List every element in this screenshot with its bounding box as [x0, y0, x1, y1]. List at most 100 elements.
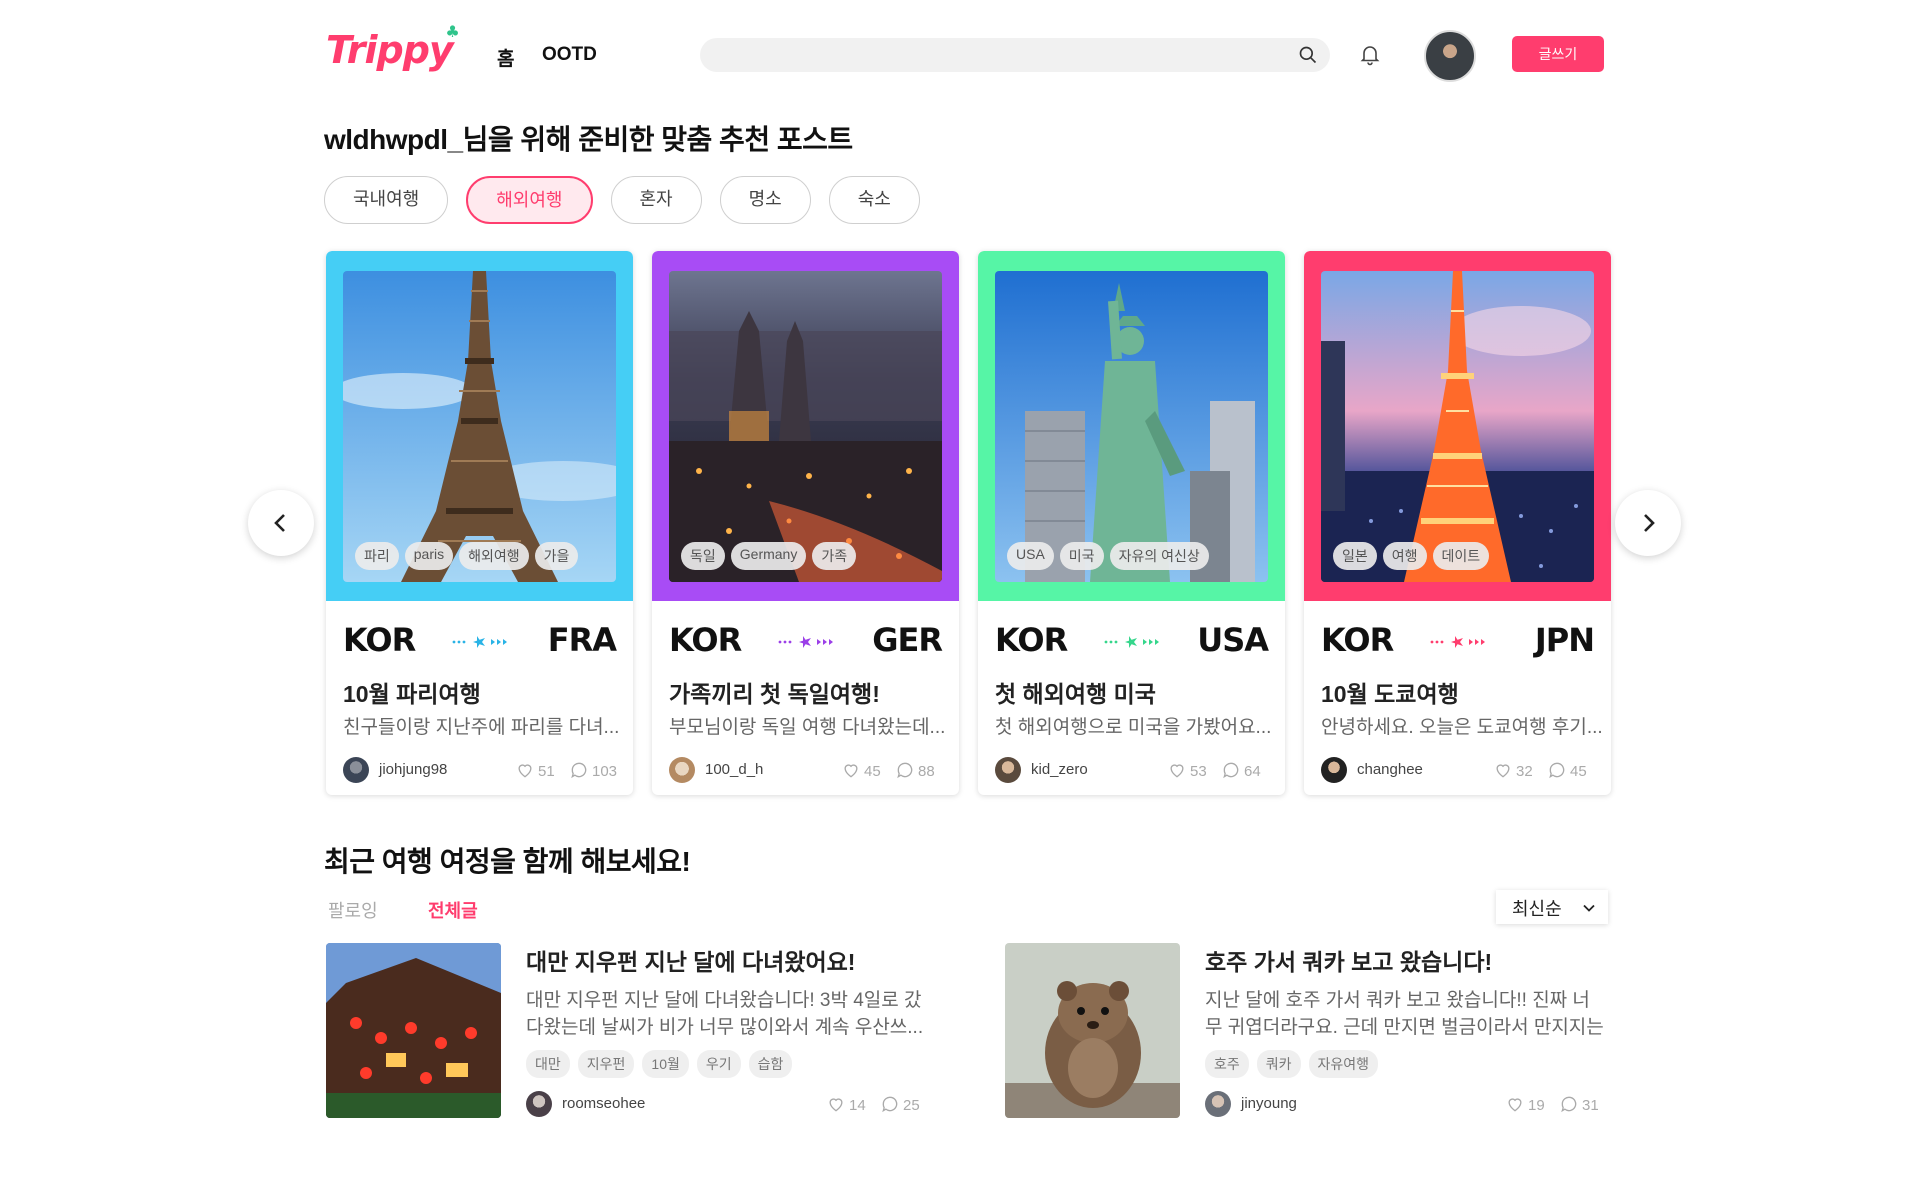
plane-icon — [1104, 636, 1159, 648]
tag[interactable]: USA — [1007, 542, 1054, 570]
heart-icon — [1170, 764, 1184, 778]
user-avatar[interactable] — [1321, 757, 1347, 783]
palm-icon: ♣ — [445, 22, 459, 41]
tag[interactable]: 미국 — [1059, 542, 1104, 570]
tag[interactable]: 파리 — [355, 542, 399, 570]
post-card[interactable]: 파리 paris 해외여행 가을 KOR FRA 10월 파리여행 친구들이랑 … — [326, 251, 633, 795]
plane-icon — [1430, 636, 1485, 648]
carousel-next-button[interactable] — [1615, 490, 1681, 556]
like-count[interactable]: 45 — [841, 760, 881, 780]
tag[interactable]: 우기 — [696, 1050, 741, 1078]
chip-lodging[interactable]: 숙소 — [828, 176, 920, 224]
tag[interactable]: 가족 — [812, 542, 857, 570]
sort-dropdown[interactable]: 최신순 — [1496, 890, 1608, 924]
list-item[interactable]: 대만 지우펀 지난 달에 다녀왔어요! 대만 지우펀 지난 달에 다녀왔습니다!… — [326, 943, 966, 1118]
user-avatar[interactable] — [995, 757, 1021, 783]
tag[interactable]: 습함 — [748, 1050, 793, 1078]
comment-icon — [897, 762, 913, 779]
card-image-eiffel: 파리 paris 해외여행 가을 — [343, 271, 616, 582]
post-card[interactable]: 독일 Germany 가족 KOR GER 가족끼리 첫 독일여행! 부모님이랑… — [652, 251, 959, 795]
search-icon[interactable] — [1298, 45, 1318, 65]
chip-domestic[interactable]: 국내여행 — [324, 176, 449, 224]
tag[interactable]: 지우펀 — [577, 1050, 635, 1078]
card-color-frame: 일본 여행 데이트 — [1304, 251, 1611, 601]
tag[interactable]: 자유여행 — [1308, 1050, 1379, 1078]
card-image-cologne: 독일 Germany 가족 — [669, 271, 942, 582]
user-avatar[interactable] — [526, 1091, 552, 1117]
tag[interactable]: 자유의 여신상 — [1109, 542, 1209, 570]
like-count[interactable]: 14 — [826, 1094, 866, 1114]
card-title[interactable]: 10월 도쿄여행 — [1321, 675, 1459, 709]
chevron-down-icon — [1583, 904, 1595, 912]
tag[interactable]: 호주 — [1205, 1050, 1249, 1078]
comment-count[interactable]: 103 — [569, 760, 617, 780]
like-count[interactable]: 53 — [1167, 760, 1207, 780]
tab-following[interactable]: 팔로잉 — [328, 897, 378, 923]
tag[interactable]: 대만 — [526, 1050, 570, 1078]
tag[interactable]: 쿼카 — [1256, 1050, 1301, 1078]
tab-all-posts[interactable]: 전체글 — [428, 897, 478, 923]
bell-icon[interactable] — [1358, 42, 1382, 66]
nav-ootd[interactable]: OOTD — [542, 44, 597, 66]
tag[interactable]: 가을 — [534, 542, 579, 570]
card-tags: 독일 Germany 가족 — [681, 542, 857, 570]
card-description: 부모님이랑 독일 여행 다녀왔는데... — [669, 717, 946, 738]
tag[interactable]: Germany — [730, 542, 807, 570]
like-count[interactable]: 51 — [515, 760, 555, 780]
tag[interactable]: 독일 — [681, 542, 725, 570]
tag[interactable]: 데이트 — [1432, 542, 1490, 570]
heart-icon — [518, 764, 532, 778]
profile-avatar[interactable] — [1424, 30, 1476, 82]
list-item[interactable]: 호주 가서 쿼카 보고 왔습니다! 지난 달에 호주 가서 쿼카 보고 왔습니다… — [1005, 943, 1645, 1118]
route-to: FRA — [547, 621, 617, 659]
nav-home[interactable]: 홈 — [497, 44, 514, 71]
like-count[interactable]: 32 — [1493, 760, 1533, 780]
comment-count[interactable]: 64 — [1221, 760, 1261, 780]
post-title[interactable]: 호주 가서 쿼카 보고 왔습니다! — [1205, 943, 1492, 977]
post-title[interactable]: 대만 지우펀 지난 달에 다녀왔어요! — [526, 943, 855, 977]
comment-count[interactable]: 45 — [1547, 760, 1587, 780]
user-name[interactable]: kid_zero — [1031, 761, 1088, 778]
comment-count[interactable]: 31 — [1559, 1094, 1599, 1114]
post-card[interactable]: USA 미국 자유의 여신상 KOR USA 첫 해외여행 미국 첫 해외여행으… — [978, 251, 1285, 795]
card-tags: 일본 여행 데이트 — [1333, 542, 1490, 570]
post-image-jiufen — [326, 943, 501, 1118]
chip-overseas[interactable]: 해외여행 — [466, 176, 593, 224]
user-name[interactable]: changhee — [1357, 761, 1423, 778]
user-name[interactable]: jiohjung98 — [379, 761, 447, 778]
user-avatar[interactable] — [1205, 1091, 1231, 1117]
write-button[interactable]: 글쓰기 — [1512, 36, 1604, 72]
card-footer: kid_zero 53 64 — [995, 757, 1275, 783]
tag[interactable]: 10월 — [642, 1050, 689, 1078]
route-from: KOR — [1321, 621, 1394, 659]
user-name[interactable]: 100_d_h — [705, 761, 763, 778]
card-color-frame: 독일 Germany 가족 — [652, 251, 959, 601]
user-name[interactable]: roomseohee — [562, 1095, 645, 1112]
card-footer: changhee 32 45 — [1321, 757, 1601, 783]
user-avatar[interactable] — [669, 757, 695, 783]
search-input[interactable] — [700, 38, 1330, 72]
post-card[interactable]: 일본 여행 데이트 KOR JPN 10월 도쿄여행 안녕하세요. 오늘은 도쿄… — [1304, 251, 1611, 795]
user-name[interactable]: jinyoung — [1241, 1095, 1297, 1112]
flight-route: KOR FRA — [343, 621, 617, 663]
tag[interactable]: 여행 — [1382, 542, 1427, 570]
chip-landmark[interactable]: 명소 — [719, 176, 811, 224]
like-count[interactable]: 19 — [1505, 1094, 1545, 1114]
comment-count[interactable]: 88 — [895, 760, 935, 780]
chip-solo[interactable]: 혼자 — [610, 176, 702, 224]
flight-route: KOR GER — [669, 621, 943, 663]
route-from: KOR — [343, 621, 416, 659]
card-title[interactable]: 첫 해외여행 미국 — [995, 675, 1156, 709]
route-to: GER — [872, 621, 943, 659]
comment-icon — [1549, 762, 1565, 779]
trippy-logo[interactable]: Trippy ♣ — [326, 22, 460, 72]
sort-label: 최신순 — [1512, 899, 1562, 919]
card-title[interactable]: 10월 파리여행 — [343, 675, 481, 709]
tag[interactable]: paris — [404, 542, 454, 570]
carousel-prev-button[interactable] — [248, 490, 314, 556]
tag[interactable]: 일본 — [1333, 542, 1377, 570]
tag[interactable]: 해외여행 — [459, 542, 529, 570]
comment-count[interactable]: 25 — [880, 1094, 920, 1114]
card-title[interactable]: 가족끼리 첫 독일여행! — [669, 675, 880, 709]
user-avatar[interactable] — [343, 757, 369, 783]
